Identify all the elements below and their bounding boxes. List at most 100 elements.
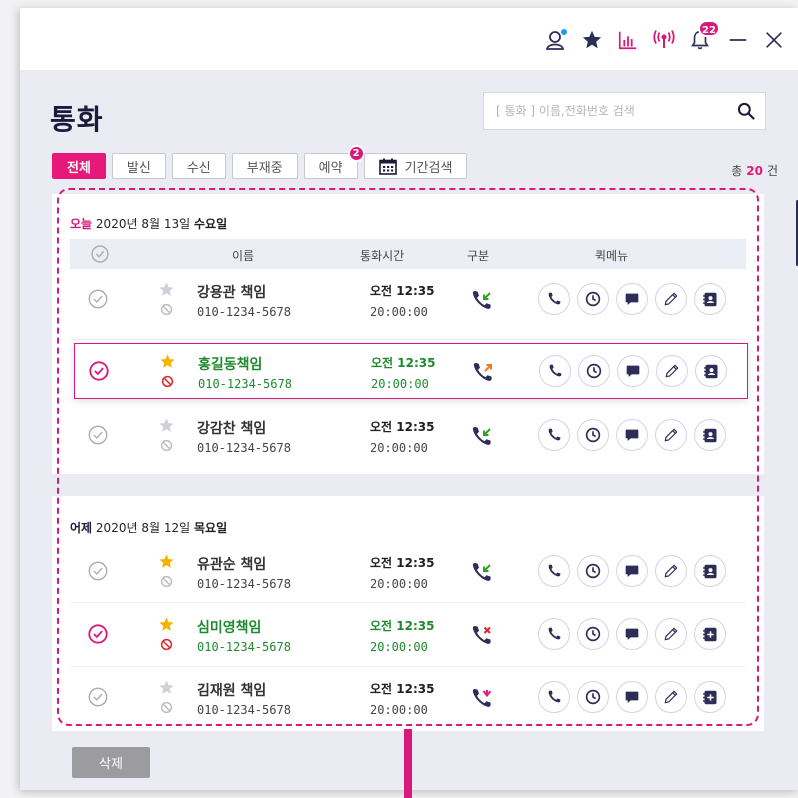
row-checkbox[interactable] bbox=[87, 560, 109, 586]
block-icon[interactable] bbox=[160, 437, 173, 456]
memo-button[interactable] bbox=[655, 283, 687, 315]
select-all-checkbox[interactable] bbox=[90, 244, 110, 267]
call-row-selected[interactable]: 홍길동책임 010-1234-5678 오전 12:35 20:00:00 bbox=[74, 343, 748, 399]
call-button[interactable] bbox=[538, 419, 570, 451]
profile-icon[interactable] bbox=[538, 22, 574, 58]
tab-reserved-label: 예약 bbox=[318, 160, 343, 176]
call-button[interactable] bbox=[538, 555, 570, 587]
contact-name: 홍길동책임 bbox=[198, 357, 263, 373]
contact-card-button[interactable] bbox=[694, 283, 726, 315]
memo-button[interactable] bbox=[655, 681, 687, 713]
schedule-button[interactable] bbox=[577, 283, 609, 315]
contact-card-button[interactable] bbox=[694, 555, 726, 587]
row-checkbox-checked[interactable] bbox=[87, 623, 109, 649]
broadcast-icon[interactable] bbox=[646, 22, 682, 58]
message-button[interactable] bbox=[616, 283, 648, 315]
block-icon[interactable] bbox=[160, 573, 173, 592]
call-row-checked[interactable]: 심미영책임 010-1234-5678 오전 12:35 20:00:00 bbox=[70, 607, 746, 663]
call-time: 오전 12:35 bbox=[370, 619, 435, 633]
search-icon[interactable] bbox=[727, 92, 765, 130]
row-checkbox[interactable] bbox=[87, 288, 109, 314]
year-unit: 년 bbox=[126, 521, 138, 535]
column-header: 이름 통화시간 구분 퀵메뉴 bbox=[70, 239, 746, 269]
call-row[interactable]: 유관순 책임 010-1234-5678 오전 12:35 20:00:00 bbox=[70, 544, 746, 600]
star-icon[interactable] bbox=[574, 22, 610, 58]
favorite-star-icon[interactable] bbox=[158, 553, 175, 574]
add-contact-button[interactable] bbox=[694, 618, 726, 650]
memo-button[interactable] bbox=[655, 419, 687, 451]
tab-incoming[interactable]: 수신 bbox=[171, 153, 226, 179]
row-divider bbox=[70, 602, 746, 603]
call-button[interactable] bbox=[539, 355, 571, 387]
column-name: 이름 bbox=[232, 249, 255, 263]
chart-icon[interactable] bbox=[610, 22, 646, 58]
tab-incoming-label: 수신 bbox=[186, 160, 211, 176]
call-group-yesterday: 어제 2020년 8월 12일 목요일 유관순 책임 010-1234-5678… bbox=[52, 496, 764, 731]
group-relative-day: 어제 bbox=[70, 521, 93, 535]
call-time: 오전 12:35 bbox=[370, 284, 435, 298]
tab-reserved[interactable]: 예약 2 bbox=[303, 145, 365, 179]
tab-outgoing-label: 발신 bbox=[126, 160, 151, 176]
favorite-star-icon[interactable] bbox=[159, 353, 176, 374]
block-icon[interactable] bbox=[160, 636, 173, 655]
memo-button[interactable] bbox=[655, 618, 687, 650]
contact-phone: 010-1234-5678 bbox=[197, 640, 291, 654]
schedule-button[interactable] bbox=[577, 681, 609, 713]
call-button[interactable] bbox=[538, 618, 570, 650]
contact-phone: 010-1234-5678 bbox=[197, 305, 291, 319]
tab-all[interactable]: 전체 bbox=[52, 153, 106, 179]
bell-icon[interactable]: 22 bbox=[682, 20, 720, 58]
call-row[interactable]: 강감찬 책임 010-1234-5678 오전 12:35 20:00:00 bbox=[70, 408, 746, 464]
row-checkbox-checked[interactable] bbox=[88, 360, 110, 386]
tab-all-label: 전체 bbox=[67, 160, 91, 176]
tab-period-search[interactable]: 기간검색 bbox=[363, 153, 468, 179]
message-button[interactable] bbox=[616, 555, 648, 587]
favorite-star-icon[interactable] bbox=[158, 616, 175, 637]
call-button[interactable] bbox=[538, 283, 570, 315]
favorite-star-icon[interactable] bbox=[158, 281, 175, 302]
call-button[interactable] bbox=[538, 681, 570, 713]
contact-name: 강감찬 책임 bbox=[197, 421, 267, 437]
schedule-button[interactable] bbox=[578, 355, 610, 387]
search-input[interactable] bbox=[484, 93, 727, 129]
schedule-button[interactable] bbox=[577, 555, 609, 587]
block-icon[interactable] bbox=[160, 699, 173, 718]
search-box[interactable] bbox=[483, 92, 766, 130]
block-icon[interactable] bbox=[161, 373, 174, 392]
message-button[interactable] bbox=[616, 681, 648, 713]
schedule-button[interactable] bbox=[577, 419, 609, 451]
quick-menu bbox=[538, 681, 733, 713]
message-button[interactable] bbox=[616, 419, 648, 451]
total-suffix: 건 bbox=[766, 164, 778, 178]
tab-outgoing[interactable]: 발신 bbox=[111, 153, 166, 179]
contact-name: 강용관 책임 bbox=[197, 285, 267, 301]
tab-missed[interactable]: 부재중 bbox=[231, 153, 298, 179]
memo-button[interactable] bbox=[655, 555, 687, 587]
contact-card-button[interactable] bbox=[695, 355, 727, 387]
group-month: 8 bbox=[141, 521, 149, 535]
annotation-pointer bbox=[404, 729, 412, 798]
favorite-star-icon[interactable] bbox=[158, 417, 175, 438]
favorite-star-icon[interactable] bbox=[158, 679, 175, 700]
call-row[interactable]: 김재원 책임 010-1234-5678 오전 12:35 20:00:00 bbox=[70, 670, 746, 726]
message-button[interactable] bbox=[617, 355, 649, 387]
memo-button[interactable] bbox=[656, 355, 688, 387]
message-button[interactable] bbox=[616, 618, 648, 650]
filter-tabs: 전체 발신 수신 부재중 예약 2 기간검색 bbox=[52, 145, 473, 179]
close-icon[interactable] bbox=[756, 22, 792, 58]
block-icon[interactable] bbox=[160, 301, 173, 320]
call-row[interactable]: 강용관 책임 010-1234-5678 오전 12:35 20:00:00 bbox=[70, 272, 746, 328]
schedule-button[interactable] bbox=[577, 618, 609, 650]
contact-phone: 010-1234-5678 bbox=[197, 703, 291, 717]
row-checkbox[interactable] bbox=[87, 686, 109, 712]
call-log-window: 22 통화 전체 발신 수신 부재중 예약 2 bbox=[20, 8, 798, 790]
reserved-badge: 2 bbox=[347, 145, 365, 162]
page-title: 통화 bbox=[50, 103, 104, 136]
add-contact-button[interactable] bbox=[694, 681, 726, 713]
contact-card-button[interactable] bbox=[694, 419, 726, 451]
minimize-icon[interactable] bbox=[720, 22, 756, 58]
delete-button[interactable]: 삭제 bbox=[72, 747, 150, 778]
call-time: 오전 12:35 bbox=[370, 682, 435, 696]
tab-missed-label: 부재중 bbox=[246, 160, 283, 176]
row-checkbox[interactable] bbox=[87, 424, 109, 450]
